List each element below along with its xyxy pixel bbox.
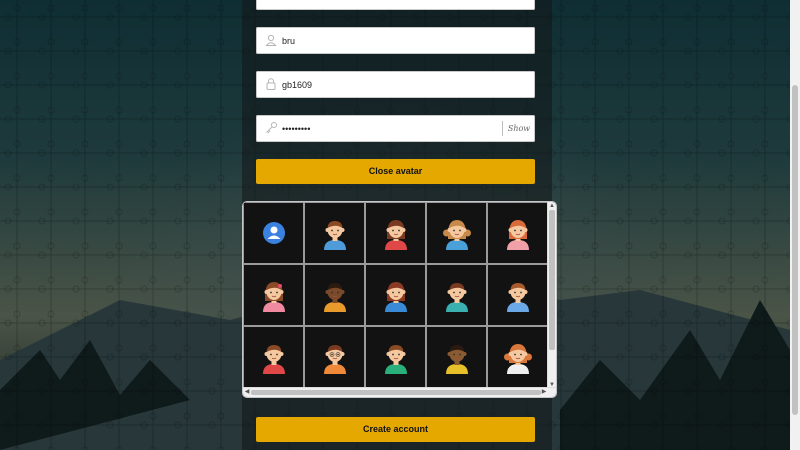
first-field[interactable] bbox=[256, 0, 535, 10]
first-field-input[interactable] bbox=[282, 0, 502, 10]
boy-brown-hair-teal-shirt-icon bbox=[445, 283, 468, 312]
boy-light-brown-hair-blue-shirt-icon bbox=[506, 283, 529, 312]
avatar-option[interactable] bbox=[243, 202, 304, 264]
girl-brown-hair-red-shirt-icon bbox=[384, 220, 407, 250]
avatar-option[interactable] bbox=[304, 264, 365, 326]
avatar-grid bbox=[243, 202, 549, 389]
girl-brown-bow-pink-shirt-icon bbox=[262, 282, 285, 312]
user-icon bbox=[265, 34, 277, 46]
avatar-option[interactable] bbox=[487, 264, 548, 326]
default-user-icon-icon bbox=[262, 222, 285, 244]
boy-glasses-orange-shirt-icon bbox=[323, 345, 346, 374]
code-input[interactable] bbox=[282, 71, 502, 98]
scroll-left-arrow-icon[interactable]: ◀ bbox=[243, 388, 251, 397]
scroll-right-arrow-icon[interactable]: ▶ bbox=[540, 388, 548, 397]
boy-brown-hair-red-shirt-icon bbox=[262, 345, 285, 374]
username-field[interactable] bbox=[256, 27, 535, 54]
girl-orange-hair-pink-shirt-icon bbox=[506, 220, 529, 250]
avatar-vertical-scrollbar[interactable]: ▲ ▼ bbox=[547, 202, 556, 389]
scrollbar-thumb[interactable] bbox=[549, 210, 555, 350]
avatar-option[interactable] bbox=[365, 264, 426, 326]
girl-orange-pigtails-white-shirt-icon bbox=[503, 344, 532, 374]
scrollbar-thumb[interactable] bbox=[251, 390, 541, 395]
avatar-option[interactable] bbox=[487, 326, 548, 388]
scroll-up-arrow-icon[interactable]: ▲ bbox=[548, 202, 556, 210]
boy-brown-hair-blue-shirt-icon bbox=[323, 221, 346, 250]
username-input[interactable] bbox=[282, 27, 502, 54]
show-password-toggle[interactable]: Show bbox=[502, 121, 535, 136]
page-scrollbar-thumb[interactable] bbox=[792, 85, 798, 415]
avatar-option[interactable] bbox=[365, 326, 426, 388]
create-account-button[interactable]: Create account bbox=[256, 417, 535, 442]
boy-dark-skin-yellow-shirt-icon bbox=[445, 345, 468, 374]
avatar-option[interactable] bbox=[243, 264, 304, 326]
avatar-option[interactable] bbox=[304, 202, 365, 264]
girl-pigtails-blue-shirt-icon bbox=[442, 220, 471, 250]
boy-dark-skin-orange-shirt-icon bbox=[323, 283, 346, 312]
key-icon bbox=[266, 122, 277, 134]
page-scrollbar[interactable] bbox=[790, 0, 800, 450]
code-field[interactable] bbox=[256, 71, 535, 98]
girl-brown-hair-blue-shirt-icon bbox=[384, 282, 407, 312]
avatar-option[interactable] bbox=[426, 202, 487, 264]
avatar-option[interactable] bbox=[426, 264, 487, 326]
avatar-option[interactable] bbox=[487, 202, 548, 264]
lock-icon bbox=[266, 78, 276, 90]
password-input[interactable] bbox=[282, 115, 502, 142]
boy-brown-hair-green-shirt-icon bbox=[384, 345, 407, 374]
close-avatar-button[interactable]: Close avatar bbox=[256, 159, 535, 184]
avatar-horizontal-scrollbar[interactable]: ◀ ▶ bbox=[243, 387, 556, 397]
avatar-option[interactable] bbox=[426, 326, 487, 388]
avatar-picker: ▲ ▼ ◀ ▶ bbox=[242, 201, 557, 398]
avatar-option[interactable] bbox=[243, 326, 304, 388]
avatar-option[interactable] bbox=[304, 326, 365, 388]
password-field[interactable]: Show bbox=[256, 115, 535, 142]
avatar-option[interactable] bbox=[365, 202, 426, 264]
